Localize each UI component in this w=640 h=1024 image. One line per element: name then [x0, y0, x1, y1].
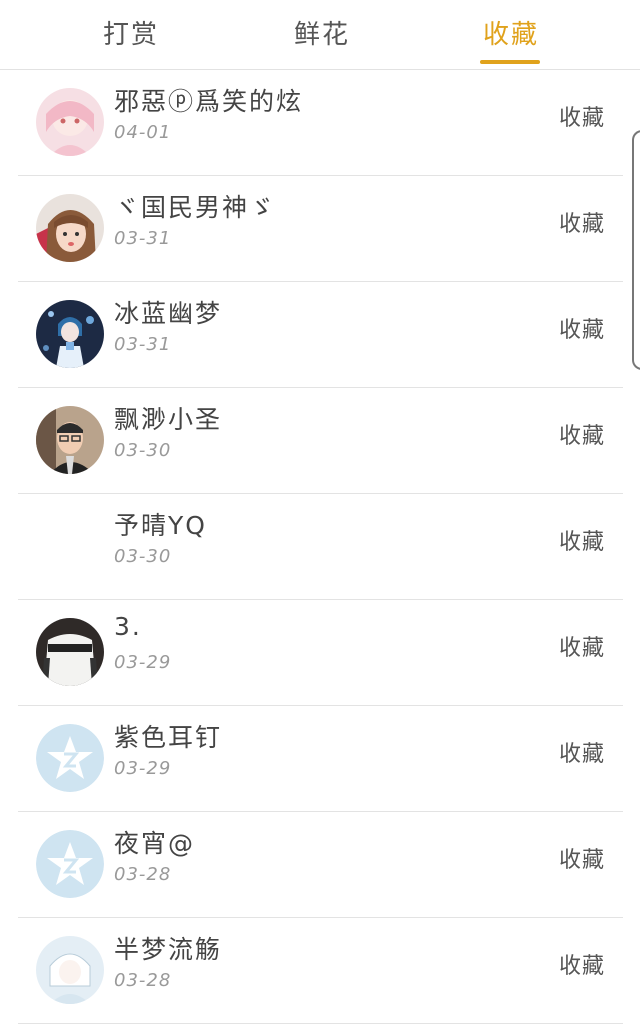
active-tab-indicator: [480, 60, 540, 64]
favorite-date: 03-29: [114, 758, 172, 779]
favorite-date: 03-28: [114, 970, 172, 991]
user-name: ヾ国民男神ゞ: [114, 193, 277, 222]
side-panel-edge: [632, 130, 640, 370]
user-name: 夜宵@: [114, 829, 196, 858]
user-name: 予晴YQ: [114, 511, 207, 540]
user-name: 紫色耳钉: [114, 723, 223, 752]
user-name: 半梦流觞: [114, 935, 223, 964]
list-item[interactable]: 3. 03-29 收藏: [18, 600, 623, 706]
user-avatar[interactable]: [36, 512, 104, 580]
list-item[interactable]: 邪惡ⓟ爲笑的炫 04-01 收藏: [18, 70, 623, 176]
user-name: 飘渺小圣: [114, 405, 223, 434]
favorite-date: 04-01: [114, 122, 172, 143]
list-item[interactable]: 紫色耳钉 03-29 收藏: [18, 706, 623, 812]
favorite-label: 收藏: [558, 848, 605, 873]
favorite-date: 03-30: [114, 440, 172, 461]
list-item[interactable]: 飘渺小圣 03-30 收藏: [18, 388, 623, 494]
list-item[interactable]: 予晴YQ 03-30 收藏: [18, 494, 623, 600]
user-avatar[interactable]: [36, 406, 104, 474]
user-avatar[interactable]: [36, 194, 104, 262]
favorite-label: 收藏: [558, 212, 605, 237]
user-avatar[interactable]: [36, 936, 104, 1004]
tab-tip[interactable]: 打赏: [96, 14, 166, 66]
favorite-date: 03-31: [114, 228, 172, 249]
list-item[interactable]: ヾ国民男神ゞ 03-31 收藏: [18, 176, 623, 282]
user-avatar[interactable]: [36, 88, 104, 156]
default-avatar-icon[interactable]: [36, 724, 104, 792]
default-avatar-icon[interactable]: [36, 830, 104, 898]
favorite-label: 收藏: [558, 636, 605, 661]
favorite-label: 收藏: [558, 106, 605, 131]
user-name: 3.: [114, 612, 142, 641]
list-item[interactable]: 冰蓝幽梦 03-31 收藏: [18, 282, 623, 388]
favorite-date: 03-28: [114, 864, 172, 885]
user-avatar[interactable]: [36, 300, 104, 368]
tab-flowers[interactable]: 鲜花: [287, 14, 357, 66]
favorite-label: 收藏: [558, 954, 605, 979]
list-item[interactable]: 半梦流觞 03-28 收藏: [18, 918, 623, 1024]
list-item[interactable]: 夜宵@ 03-28 收藏: [18, 812, 623, 918]
user-avatar[interactable]: [36, 618, 104, 686]
favorite-label: 收藏: [558, 742, 605, 767]
favorite-date: 03-31: [114, 334, 172, 355]
favorite-label: 收藏: [558, 424, 605, 449]
favorite-date: 03-30: [114, 546, 172, 567]
user-name: 冰蓝幽梦: [114, 299, 223, 328]
tab-bar: 打赏 鲜花 收藏: [0, 0, 640, 70]
favorite-label: 收藏: [558, 530, 605, 555]
favorites-list: 邪惡ⓟ爲笑的炫 04-01 收藏 ヾ国民男神ゞ 03-31 收藏 冰蓝幽梦 03…: [0, 70, 640, 1024]
favorite-date: 03-29: [114, 652, 172, 673]
favorite-label: 收藏: [558, 318, 605, 343]
user-name: 邪惡ⓟ爲笑的炫: [114, 87, 304, 116]
tab-favorites[interactable]: 收藏: [476, 14, 546, 66]
